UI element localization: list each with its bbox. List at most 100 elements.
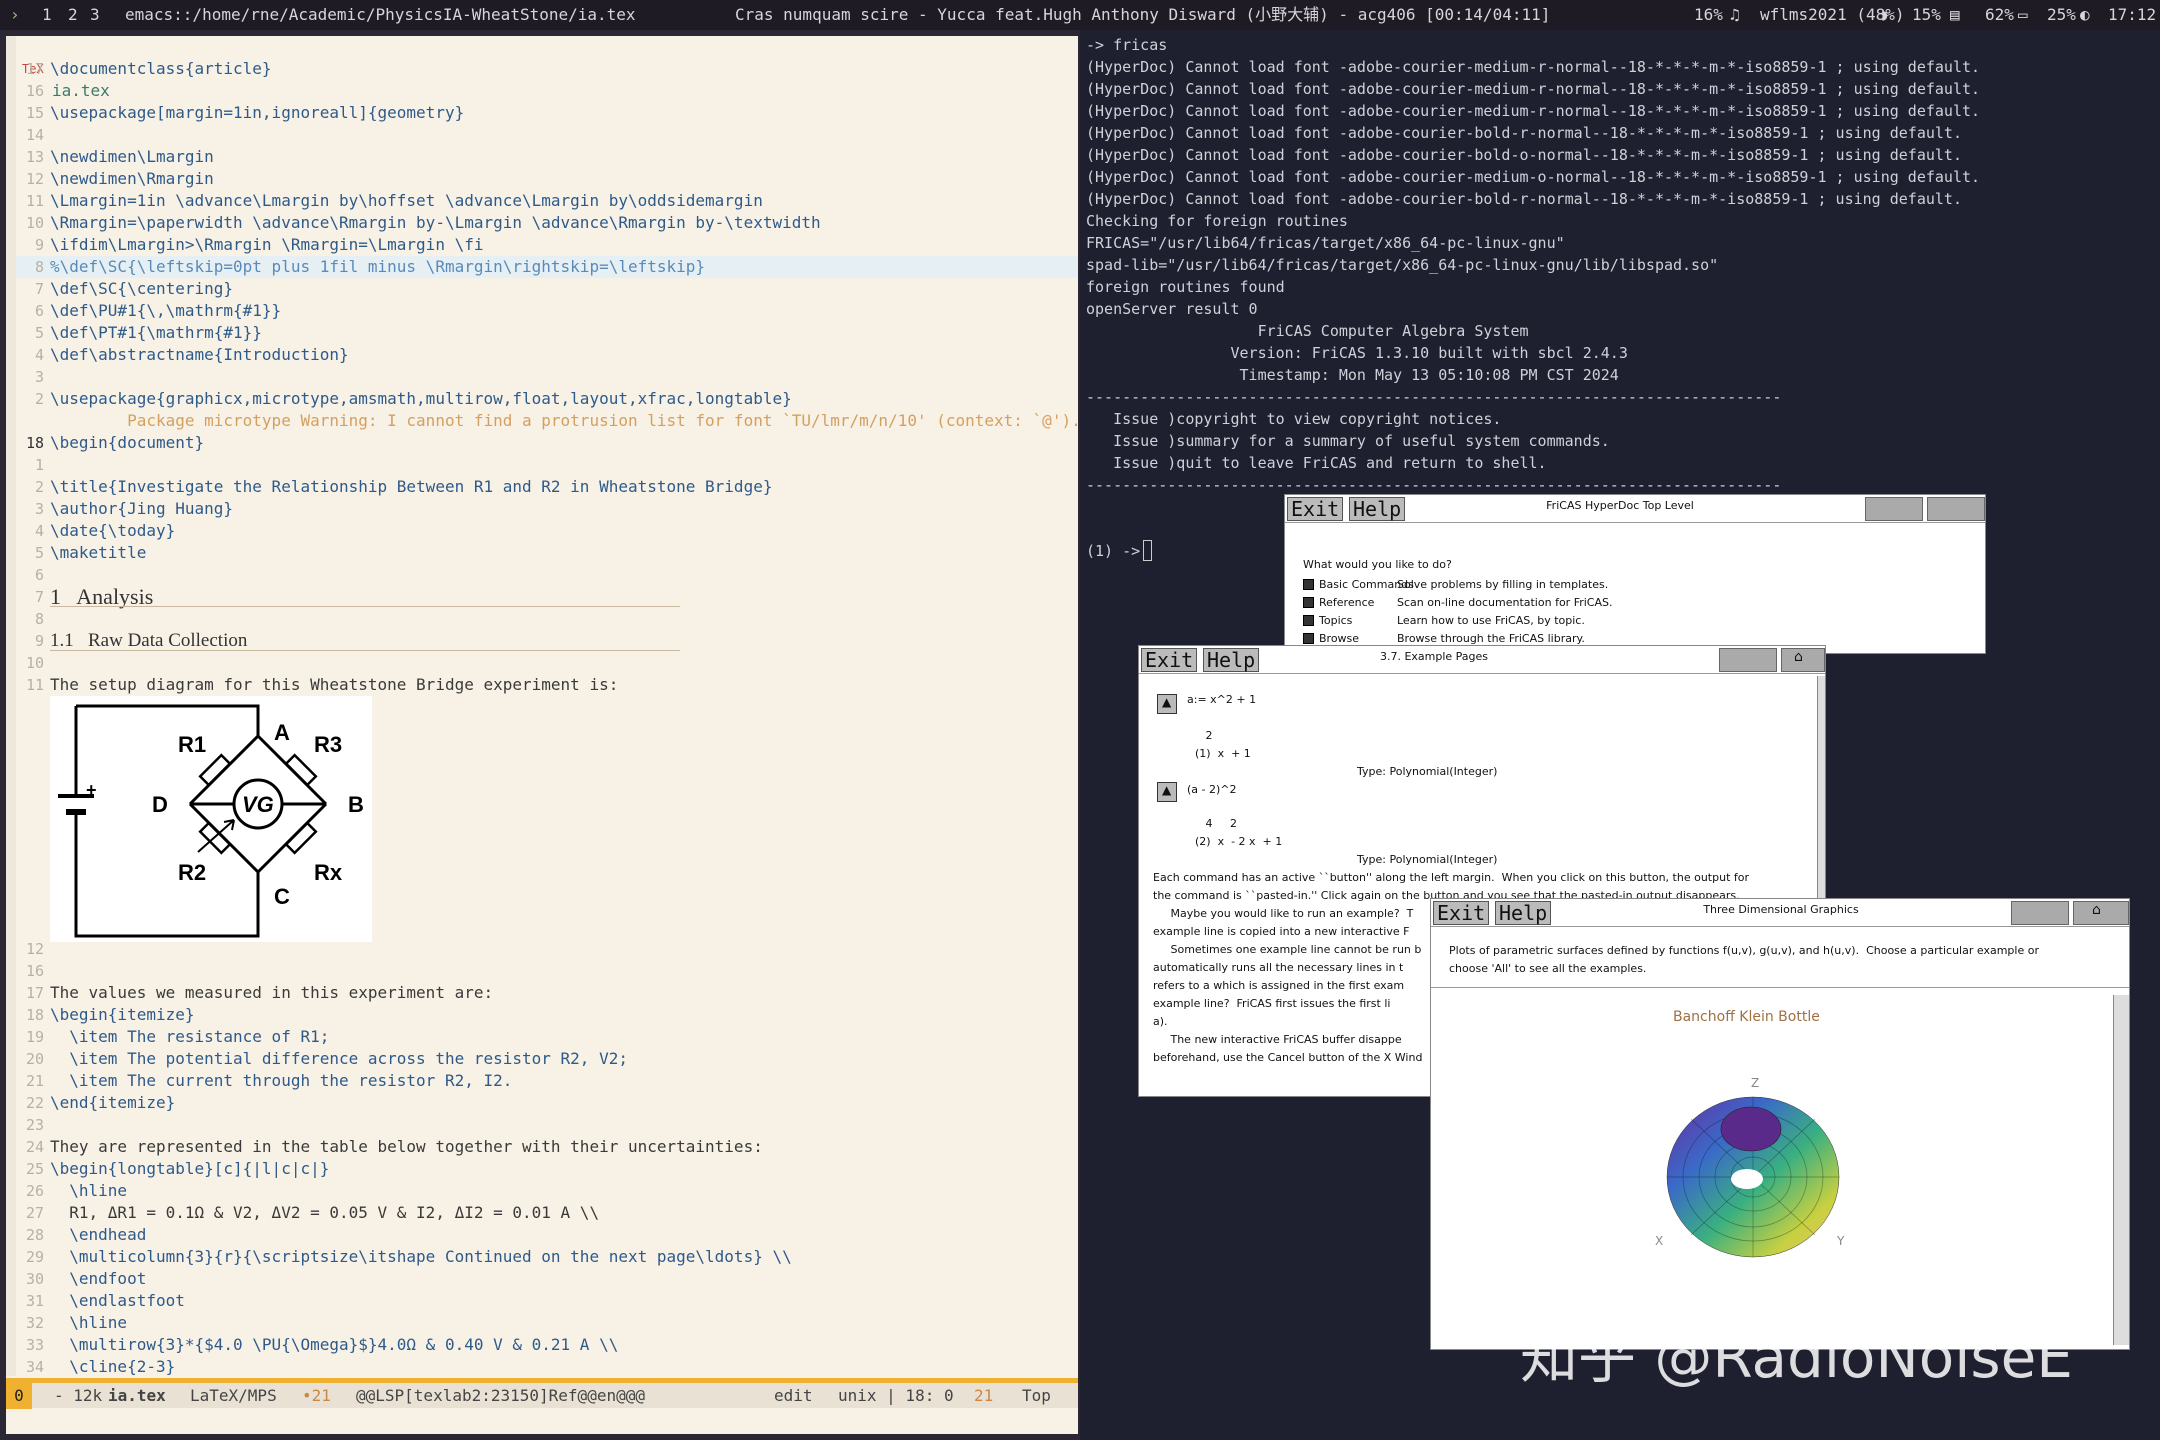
code-line[interactable]: 10 [6,652,1078,674]
axis-z: Z [1751,1076,1759,1090]
code-line[interactable]: 11 The setup diagram for this Wheatstone … [6,674,1078,696]
line-text: \date{\today} [50,521,176,540]
terminal-line: spad-lib="/usr/lib64/fricas/target/x86_6… [1086,256,1719,274]
line-text: \title{Investigate the Relationship Betw… [50,477,773,496]
hyperdoc-btn-a[interactable] [1865,497,1923,521]
label-plus: + [86,780,97,800]
examples-btn-a[interactable] [1719,648,1777,672]
code-line[interactable]: Package microtype Warning: I cannot find… [6,410,1078,432]
code-line[interactable]: 34 \cline{2-3} [6,1356,1078,1378]
code-line[interactable]: 8 %\def\SC{\leftskip=0pt plus 1fil minus … [6,256,1078,278]
hyperdoc-item-label[interactable]: Topics [1319,613,1352,629]
code-line[interactable]: 12 \newdimen\Rmargin [6,168,1078,190]
code-line[interactable]: 18 \begin{document} [6,432,1078,454]
help-button[interactable]: Help [1495,901,1552,925]
hyperdoc-item-desc: Solve problems by filling in templates. [1397,578,1609,591]
code-line[interactable]: 30 \endfoot [6,1268,1078,1290]
terminal-line: (HyperDoc) Cannot load font -adobe-couri… [1086,124,1962,142]
code-line[interactable]: 13 \newdimen\Lmargin [6,146,1078,168]
help-button[interactable]: Help [1203,648,1260,672]
graphics-title: Three Dimensional Graphics [1703,903,1859,916]
code-line[interactable]: 3 [6,366,1078,388]
code-line[interactable]: 25 \begin{longtable}[c]{|l|c|c|} [6,1158,1078,1180]
buffer-header: TeX ia.tex [6,36,1078,100]
graphics-titlebar: Exit Help Three Dimensional Graphics ⌂ [1431,899,2129,927]
exit-button[interactable]: Exit [1287,497,1344,521]
workspace-3[interactable]: 3 [90,0,100,30]
code-line[interactable]: 6 [6,564,1078,586]
graphics-home-button[interactable]: ⌂ [2073,901,2129,925]
code-line[interactable]: 21 \item The current through the resisto… [6,1070,1078,1092]
code-line[interactable]: 20 \item The potential difference across… [6,1048,1078,1070]
hyperdoc-item-label[interactable]: Reference [1319,595,1374,611]
workspace-1[interactable]: 1 [42,0,52,30]
code-line[interactable]: 14 [6,124,1078,146]
code-line[interactable]: 11 \Lmargin=1in \advance\Lmargin by\hoffs… [6,190,1078,212]
hyperdoc-item-button[interactable] [1303,615,1314,626]
terminal-line: (HyperDoc) Cannot load font -adobe-couri… [1086,168,1981,186]
graphics-btn-a[interactable] [2011,901,2069,925]
graphics-scrollbar[interactable] [2113,995,2129,1345]
code-line[interactable]: 17 \documentclass{article} [6,58,1078,80]
code-line[interactable]: 23 [6,1114,1078,1136]
code-line[interactable]: 3 \author{Jing Huang} [6,498,1078,520]
examples-home-button[interactable]: ⌂ [1781,648,1825,672]
line-text: \usepackage[margin=1in,ignoreall]{geomet… [50,103,465,122]
klein-bottle-plot[interactable]: Z X Y [1651,1069,1851,1269]
code-line[interactable]: 4 \def\abstractname{Introduction} [6,344,1078,366]
code-line[interactable]: 28 \endhead [6,1224,1078,1246]
label-vg: VG [242,792,274,817]
code-line[interactable]: 31 \endlastfoot [6,1290,1078,1312]
code-line[interactable]: 16 [6,960,1078,982]
terminal-line: (HyperDoc) Cannot load font -adobe-couri… [1086,102,1981,120]
code-line[interactable]: 4 \date{\today} [6,520,1078,542]
exit-button[interactable]: Exit [1433,901,1490,925]
code-line[interactable]: 2 \title{Investigate the Relationship Bet… [6,476,1078,498]
example-1-button[interactable]: ▲ [1157,694,1177,714]
code-line[interactable]: 71 Analysis [6,586,1078,608]
code-line[interactable]: 5 \def\PT#1{\mathrm{#1}} [6,322,1078,344]
code-line[interactable]: 1 [6,454,1078,476]
code-line[interactable]: 7 \def\SC{\centering} [6,278,1078,300]
code-line[interactable]: 29 \multicolumn{3}{r}{\scriptsize\itshap… [6,1246,1078,1268]
code-line[interactable]: 17 The values we measured in this experim… [6,982,1078,1004]
code-line[interactable]: 33 \multirow{3}*{$4.0 \PU{\Omega}$}4.0Ω … [6,1334,1078,1356]
code-line[interactable]: 27 R1, ΔR1 = 0.1Ω & V2, ΔV2 = 0.05 V & I… [6,1202,1078,1224]
terminal-line: (HyperDoc) Cannot load font -adobe-couri… [1086,146,1962,164]
terminal-line: Version: FriCAS 1.3.10 built with sbcl 2… [1086,344,1628,362]
code-line[interactable]: 8 [6,608,1078,630]
code-line[interactable]: 19 \item The resistance of R1; [6,1026,1078,1048]
terminal-line: openServer result 0 [1086,300,1258,318]
code-line[interactable]: 24 They are represented in the table belo… [6,1136,1078,1158]
help-button[interactable]: Help [1349,497,1406,521]
modeline-enc: unix | 18: 0 [838,1386,954,1405]
code-line[interactable]: 15 \usepackage[margin=1in,ignoreall]{geom… [6,102,1078,124]
watermark: 知乎 @RadioNoiseE [1520,1323,2073,1391]
code-line[interactable]: 9 1.1 Raw Data Collection [6,630,1078,652]
code-line[interactable]: 9 \ifdim\Lmargin>\Rmargin \Rmargin=\Lmarg… [6,234,1078,256]
modeline-file: ia.tex [108,1386,166,1405]
hyperdoc-item-button[interactable] [1303,597,1314,608]
code-line[interactable]: 26 \hline [6,1180,1078,1202]
code-line[interactable]: 5 \maketitle [6,542,1078,564]
hyperdoc-window[interactable]: Exit Help FriCAS HyperDoc Top Level What… [1284,494,1986,654]
code-line[interactable]: 18 \begin{itemize} [6,1004,1078,1026]
hyperdoc-btn-b[interactable] [1927,497,1985,521]
code-line[interactable]: 16 [6,80,1078,102]
code-line[interactable]: 2 \usepackage{graphicx,microtype,amsmath,… [6,388,1078,410]
example-2-button[interactable]: ▲ [1157,782,1177,802]
code-line[interactable]: 6 \def\PU#1{\,\mathrm{#1}} [6,300,1078,322]
emacs-editor[interactable]: TeX ia.tex 17 \documentclass{article} 16 15… [6,36,1078,1434]
example-paragraph-line: refers to a which is assigned in the fir… [1153,979,1405,992]
code-line[interactable]: 12 [6,938,1078,960]
exit-button[interactable]: Exit [1141,648,1198,672]
hyperdoc-item-button[interactable] [1303,633,1314,644]
code-line[interactable]: 22 \end{itemize} [6,1092,1078,1114]
hyperdoc-item-button[interactable] [1303,579,1314,590]
modeline-pos: Top [1022,1386,1051,1405]
graphics-window[interactable]: Exit Help Three Dimensional Graphics ⌂ P… [1430,898,2130,1350]
workspace-2[interactable]: 2 [68,0,78,30]
modeline-count: •21 [302,1386,331,1405]
code-line[interactable]: 10 \Rmargin=\paperwidth \advance\Rmargin … [6,212,1078,234]
code-line[interactable]: 32 \hline [6,1312,1078,1334]
